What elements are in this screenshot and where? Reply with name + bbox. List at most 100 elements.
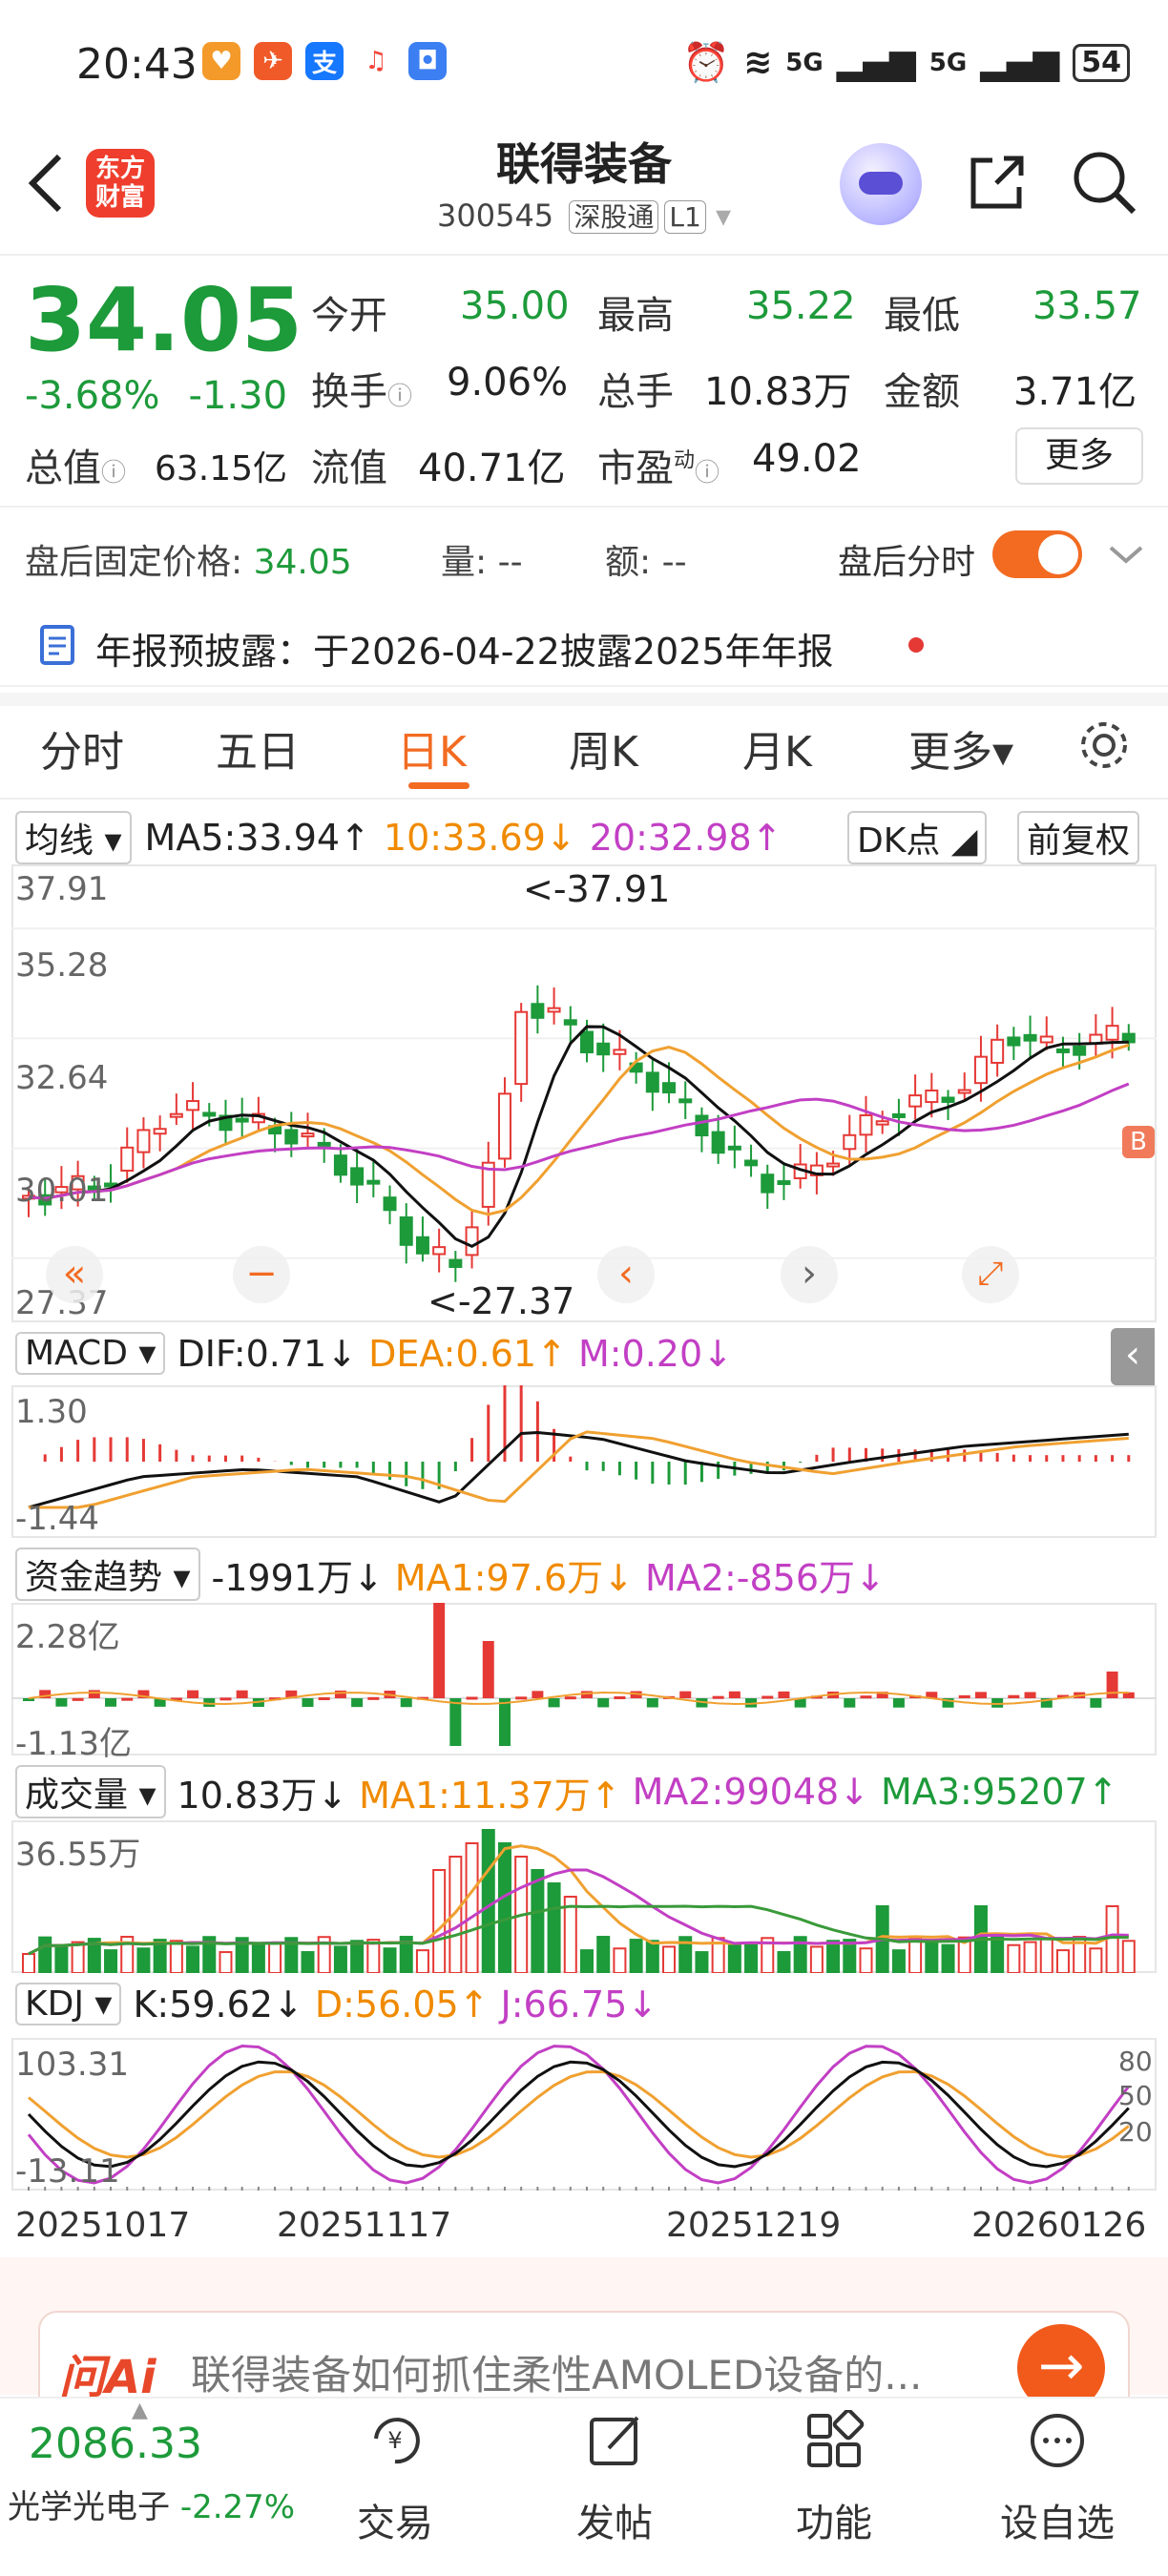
volume-chart[interactable] [11, 1820, 1157, 1973]
mktcap-value: 63.15亿 [155, 449, 288, 488]
candle [317, 1141, 331, 1147]
after-hours-line: 盘后固定价格: 34.05 [25, 534, 352, 584]
candle [580, 1030, 594, 1054]
tab-daily-k[interactable]: 日K [397, 717, 467, 779]
volume-value: 10.83万↓ [177, 1774, 348, 1817]
adjust-selector[interactable]: 前复权 [1017, 811, 1140, 864]
fund-bar [548, 1698, 560, 1708]
fund-bar [761, 1695, 774, 1699]
price-axis-label: 37.91 [15, 870, 109, 908]
tab-five-day[interactable]: 五日 [216, 717, 300, 779]
candle [1039, 1035, 1053, 1044]
chevron-right-icon[interactable]: › [781, 1246, 838, 1303]
alarm-icon: ⏰ [682, 41, 731, 85]
info-icon[interactable]: ⓘ [695, 459, 720, 488]
after-hours-toggle[interactable] [992, 530, 1082, 578]
tab-more[interactable]: 更多▾ [908, 717, 1013, 779]
candle [415, 1236, 429, 1255]
unread-dot [908, 637, 924, 653]
share-icon[interactable] [964, 149, 1031, 216]
vol-chip-label: 成交量 [25, 1776, 129, 1815]
candle [1073, 1045, 1087, 1056]
divider [0, 798, 1168, 800]
chevron-down-icon[interactable] [1107, 540, 1145, 569]
after-hours-vol-label: 量: [441, 543, 488, 582]
fund-bar [23, 1698, 34, 1701]
volume-bar [415, 1949, 429, 1973]
grid-icon [807, 2410, 865, 2467]
macd-chart[interactable] [11, 1385, 1157, 1538]
kdj-selector[interactable]: KDJ ▾ [15, 1983, 122, 2025]
turnover-label-text: 换手 [311, 370, 387, 414]
volume-bar [629, 1939, 643, 1973]
expand-icon[interactable]: ⤢ [962, 1246, 1019, 1303]
volume-bar [744, 1942, 759, 1973]
divider [0, 506, 1168, 508]
volume-bar [268, 1942, 282, 1973]
volume-label: 总手 [597, 370, 674, 414]
rewind-icon[interactable]: « [46, 1246, 103, 1303]
more-button[interactable]: 更多 [1015, 427, 1143, 485]
candle [613, 1049, 627, 1055]
nav-post[interactable]: 发帖 [548, 2410, 681, 2547]
fund-bar [1090, 1698, 1102, 1708]
volume-bar [991, 1936, 1005, 1973]
sector-index-line[interactable]: 光学光电子 -2.27% [8, 2481, 295, 2527]
fund-bar [1106, 1672, 1118, 1698]
float-label: 流值 [311, 447, 387, 490]
info-icon[interactable]: ⓘ [387, 383, 412, 411]
candle [761, 1174, 775, 1194]
tab-monthly-k[interactable]: 月K [742, 717, 812, 779]
gear-icon[interactable] [1074, 716, 1134, 775]
nav-functions[interactable]: 功能 [767, 2410, 901, 2547]
announcement-text[interactable]: 年报预披露：于2026-04-22披露2025年年报 [95, 622, 834, 675]
candle [514, 1010, 529, 1086]
volume-bar [613, 1947, 627, 1973]
level-tag: L1 [664, 200, 706, 234]
ai-assistant-avatar[interactable] [840, 143, 922, 225]
candle [843, 1133, 857, 1151]
tab-weekly-k[interactable]: 周K [569, 717, 638, 779]
candle [678, 1098, 693, 1104]
candle [744, 1159, 759, 1167]
volume-bar [1121, 1940, 1136, 1973]
sector-index-value[interactable]: 2086.33 [29, 2420, 202, 2468]
volume-bar [350, 1940, 365, 1973]
candle [991, 1038, 1005, 1064]
buy-signal-marker[interactable]: B [1122, 1126, 1155, 1158]
volume-bar [186, 1945, 200, 1973]
price-change: -3.68% -1.30 [25, 374, 287, 418]
fund-trend-selector[interactable]: 资金趋势 ▾ [15, 1548, 200, 1601]
low-label: 最低 [884, 294, 960, 338]
volume-bar [1105, 1905, 1119, 1973]
fund-bar [302, 1698, 314, 1708]
macd-selector[interactable]: MACD ▾ [15, 1332, 166, 1375]
kdj-chart[interactable] [11, 2038, 1157, 2191]
zoom-out-icon[interactable]: − [233, 1246, 290, 1303]
volume-selector[interactable]: 成交量 ▾ [15, 1765, 166, 1818]
candle [465, 1226, 479, 1257]
nav-trade[interactable]: ¥ 交易 [328, 2410, 462, 2547]
search-icon[interactable] [1071, 149, 1137, 216]
tab-intraday[interactable]: 分时 [40, 717, 124, 779]
wifi-icon: ≋ [743, 43, 773, 82]
candle [366, 1179, 381, 1185]
nav-label: 交易 [357, 2502, 433, 2545]
fund-bar [515, 1696, 528, 1700]
ma-selector[interactable]: 均线 ▾ [15, 811, 132, 864]
info-icon[interactable]: ⓘ [101, 459, 126, 488]
candle [957, 1089, 971, 1094]
change-value: -1.30 [188, 374, 288, 418]
volume-bar [301, 1951, 315, 1973]
chevron-left-icon[interactable]: ‹ [597, 1246, 655, 1303]
nav-watchlist[interactable]: 设自选 [991, 2410, 1124, 2547]
fund-ma2: MA2:-856万↓ [645, 1556, 886, 1599]
fund-trend-chart[interactable] [11, 1603, 1157, 1755]
volume-bar [580, 1949, 594, 1973]
float-value: 40.71亿 [418, 447, 566, 490]
dk-point-selector[interactable]: DK点 ◢ [847, 811, 988, 864]
volume-bar [908, 1938, 923, 1973]
fund-bar [1024, 1692, 1036, 1698]
ai-prompt-text[interactable]: 联得装备如何抓住柔性AMOLED设备的... [191, 2343, 922, 2401]
collapse-panel-icon[interactable]: ‹ [1111, 1328, 1155, 1385]
